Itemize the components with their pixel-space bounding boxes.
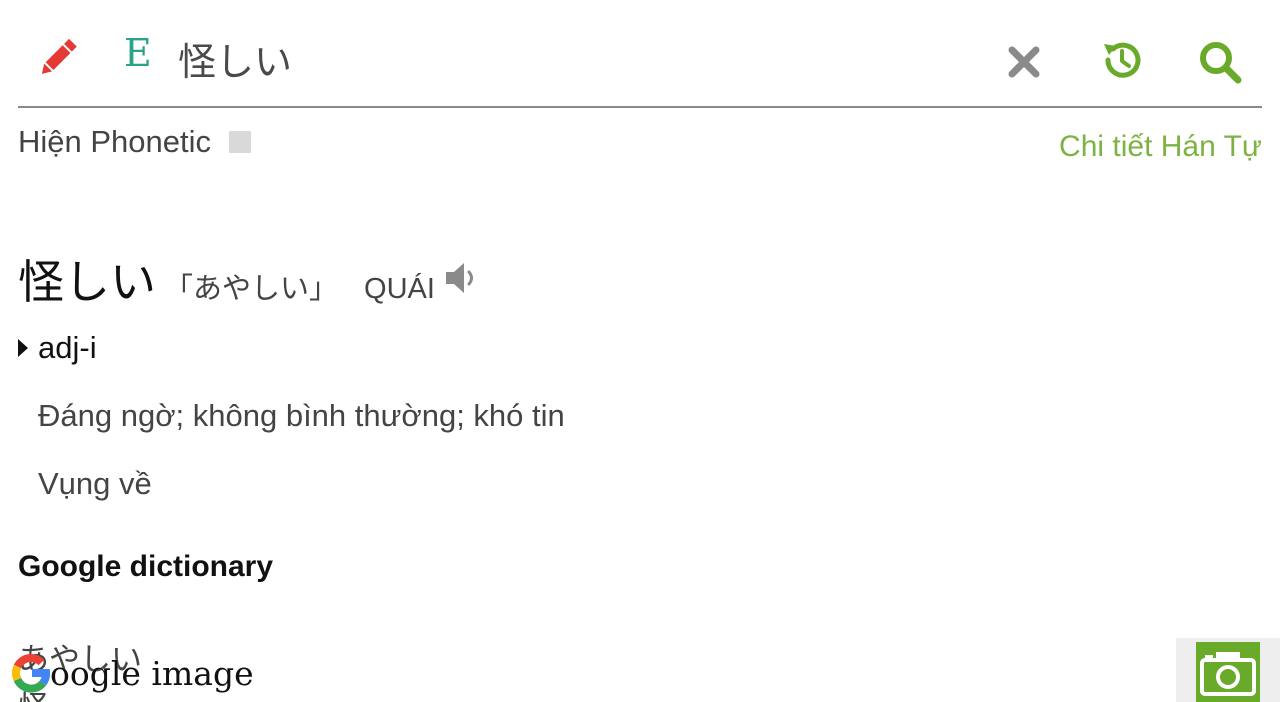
language-toggle-button[interactable]: E bbox=[124, 34, 152, 72]
entry-hanviet: QUÁI bbox=[364, 273, 435, 305]
search-bar: E bbox=[18, 0, 1262, 108]
camera-button-face bbox=[1196, 642, 1260, 702]
dictionary-screen: E Hiện Phonetic Chi tiết Hán Tự bbox=[0, 0, 1280, 702]
pronounce-button[interactable] bbox=[444, 260, 480, 296]
close-icon bbox=[1008, 46, 1040, 78]
camera-button[interactable] bbox=[1176, 638, 1280, 702]
history-icon bbox=[1104, 42, 1141, 78]
search-icon bbox=[1200, 42, 1242, 84]
meaning-item: Đáng ngờ; không bình thường; khó tin bbox=[38, 398, 565, 433]
google-image-button[interactable]: oogle image bbox=[8, 648, 254, 698]
google-dictionary-title: Google dictionary bbox=[18, 550, 274, 583]
clear-button[interactable] bbox=[1006, 44, 1042, 80]
history-button[interactable] bbox=[1100, 38, 1144, 82]
phonetic-checkbox[interactable] bbox=[229, 131, 252, 153]
entry-reading: 「あやしい」 bbox=[164, 271, 339, 305]
part-of-speech-row[interactable]: adj-i bbox=[18, 330, 97, 366]
search-input[interactable] bbox=[178, 30, 958, 86]
google-logo-icon bbox=[12, 654, 50, 693]
camera-icon bbox=[1200, 652, 1256, 696]
phonetic-toggle[interactable]: Hiện Phonetic bbox=[18, 124, 252, 160]
meaning-item: Vụng về bbox=[38, 466, 152, 501]
speaker-icon bbox=[446, 263, 473, 293]
edit-button[interactable] bbox=[36, 36, 78, 80]
phonetic-label: Hiện Phonetic bbox=[18, 124, 212, 159]
search-button[interactable] bbox=[1198, 40, 1242, 84]
entry-header: 怪しい 「あやしい」 QUÁI bbox=[18, 246, 435, 312]
entry-word: 怪しい bbox=[18, 255, 156, 309]
google-image-label: oogle image bbox=[50, 653, 254, 693]
kanji-detail-link[interactable]: Chi tiết Hán Tự bbox=[1059, 130, 1262, 164]
expand-arrow-icon bbox=[18, 339, 28, 357]
part-of-speech-label: adj-i bbox=[38, 330, 97, 365]
pencil-icon bbox=[41, 38, 77, 74]
